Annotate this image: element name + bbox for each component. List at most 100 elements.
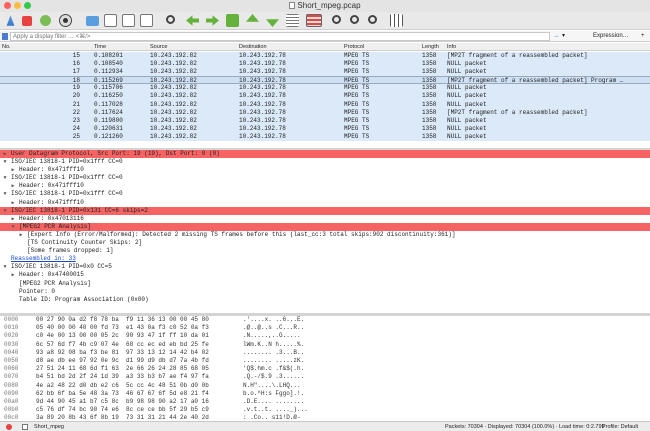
save-file-icon[interactable] [104,14,117,27]
display-filter-input[interactable] [10,32,550,41]
detail-row[interactable]: ▼ ISO/IEC 13818-1 PID=0x1fff CC=0 [0,174,650,182]
expand-arrow-icon[interactable]: ▶ [10,199,16,207]
expand-arrow-icon[interactable]: ▶ [10,215,16,223]
detail-row[interactable]: Table ID: Program Association (0x00) [0,296,650,304]
autoscroll-icon[interactable] [286,14,299,27]
detail-row[interactable]: ▶ Header: 0x471fff10 [0,182,650,190]
detail-row[interactable]: ▼ ISO/IEC 13818-1 PID=0x1fff CC=0 [0,190,650,198]
detail-row[interactable]: ▼ ISO/IEC 13818-1 PID=0x1fff CC=0 [0,158,650,166]
capture-options-icon[interactable] [59,14,72,27]
detail-row[interactable]: ▶ Header: 0x471fff10 [0,199,650,207]
detail-row[interactable]: ▶ Header: 0x47013116 [0,215,650,223]
close-file-icon[interactable] [122,14,135,27]
stop-capture-icon[interactable] [22,16,32,26]
detail-text: [MPEG2 PCR Analysis] [19,222,92,230]
bookmark-icon[interactable] [2,33,8,40]
detail-row[interactable]: ▼ ISO/IEC 13818-1 PID=0x0 CC=5 [0,263,650,271]
reassembled-link[interactable]: Reassembled in: 33 [11,255,76,263]
zoom-in-icon[interactable] [332,15,341,24]
col-protocol[interactable]: Protocol [344,43,364,51]
go-back-icon[interactable] [186,15,199,26]
collapse-arrow-icon[interactable]: ▼ [2,158,8,166]
detail-row[interactable]: ▶ [Expert Info (Error/Malformed): Detecte… [0,231,650,239]
detail-row[interactable]: [MPEG2 PCR Analysis] [0,280,650,288]
collapse-arrow-icon[interactable]: ▼ [2,207,8,215]
packet-no: 19 [72,84,80,92]
expand-arrow-icon[interactable]: ▶ [10,271,16,279]
expand-arrow-icon[interactable]: ▶ [10,166,16,174]
collapse-arrow-icon[interactable]: ▼ [10,223,16,231]
detail-row[interactable]: ▶ User Datagram Protocol, Src Port: 19 (1… [0,150,650,159]
go-forward-icon[interactable] [206,15,219,26]
start-capture-icon[interactable] [6,15,15,26]
packet-row[interactable]: 22 0.117624 10.243.192.82 10.243.192.78 MPEG… [0,108,650,117]
bytes-row[interactable]: 00c0 3a 89 20 8b 43 6f 8b 19 73 31 31 21 … [0,414,650,419]
packet-row[interactable]: 20 0.116250 10.243.192.82 10.243.192.78 MPEG… [0,92,650,101]
bytes-row[interactable]: 0020 c0 4e 00 13 00 00 05 2c 90 93 47 1f … [0,332,650,340]
packet-row[interactable]: 18 0.115269 10.243.192.82 10.243.192.78 MPEG… [0,76,650,85]
capture-file-icon[interactable] [22,424,28,430]
col-no[interactable]: No. [2,43,11,51]
packet-row[interactable]: 24 0.120631 10.243.192.82 10.243.192.78 MPEG… [0,124,650,133]
detail-row[interactable]: ▼ [MPEG2 PCR Analysis] [0,222,650,231]
detail-row[interactable]: Reassembled in: 33 [0,255,650,263]
expand-arrow-icon[interactable]: ▶ [18,231,24,239]
colorize-icon[interactable] [306,14,322,27]
minimize-window-button[interactable] [14,2,21,9]
detail-row[interactable]: Pointer: 0 [0,288,650,296]
col-destination[interactable]: Destination [239,43,267,51]
filter-dropdown-icon[interactable]: ▾ [562,32,565,41]
detail-row[interactable]: [TS Continuity Counter Skips: 2] [0,239,650,247]
zoom-window-button[interactable] [24,2,31,9]
packet-row[interactable]: 19 0.115706 10.243.192.82 10.243.192.78 MPEG… [0,84,650,93]
collapse-arrow-icon[interactable]: ▼ [2,174,8,182]
bytes-row[interactable]: 0090 62 bb 6f ba 5e 48 3a 73 46 67 67 6f … [0,390,650,398]
bytes-row[interactable]: 0030 6c 57 6d f7 4b c9 07 4e 68 cc ec ed … [0,341,650,349]
zoom-out-icon[interactable] [350,15,359,24]
detail-row[interactable]: ▶ Header: 0x47400015 [0,271,650,279]
col-time[interactable]: Time [94,43,106,51]
packet-row[interactable]: 15 0.108201 10.243.192.82 10.243.192.78 MPEG… [0,52,650,61]
apply-filter-arrow-icon[interactable]: → [553,32,559,41]
reload-file-icon[interactable] [140,14,153,27]
normal-size-icon[interactable] [368,15,377,24]
col-source[interactable]: Source [150,43,167,51]
packet-destination: 10.243.192.78 [239,108,286,116]
packet-row[interactable]: 17 0.112934 10.243.192.82 10.243.192.78 MPEG… [0,68,650,77]
add-filter-button[interactable]: + [641,32,645,41]
bytes-row[interactable]: 0080 4e a2 48 22 d0 db e2 c6 5c cc 4c 48 … [0,382,650,390]
packet-row[interactable]: 21 0.117028 10.243.192.82 10.243.192.78 MPEG… [0,100,650,109]
packet-row[interactable]: 23 0.119800 10.243.192.82 10.243.192.78 MPEG… [0,116,650,125]
last-packet-icon[interactable] [266,19,279,27]
expression-button[interactable]: Expression… [593,32,629,41]
packet-row[interactable]: 25 0.121260 10.243.192.82 10.243.192.78 MPEG… [0,132,650,142]
close-window-button[interactable] [4,2,11,9]
status-profile[interactable]: Profile: Default [602,422,638,431]
bytes-row[interactable]: 0000 00 27 90 0a d2 f8 78 ba f9 11 36 13 … [0,316,650,324]
expert-info-icon[interactable] [6,424,12,430]
bytes-row[interactable]: 0040 93 a8 92 08 ba f3 be 81 97 33 13 12 … [0,349,650,357]
expand-arrow-icon[interactable]: ▶ [2,150,8,158]
bytes-row[interactable]: 00a0 9d 44 90 45 a1 b7 c5 8c b9 98 98 90 … [0,398,650,406]
restart-capture-icon[interactable] [40,15,51,26]
first-packet-icon[interactable] [246,14,259,22]
resize-columns-icon[interactable] [390,14,403,27]
detail-row[interactable]: [Some frames dropped: 1] [0,247,650,255]
col-length[interactable]: Length [422,43,439,51]
bytes-row[interactable]: 0010 05 40 00 00 40 00 fd 73 e1 43 0a f3 … [0,324,650,332]
packet-row[interactable]: 16 0.108540 10.243.192.82 10.243.192.78 MPEG… [0,60,650,69]
bytes-row[interactable]: 00b0 c5 76 df 74 bc 90 74 e6 8c ce ce bb … [0,406,650,414]
open-file-icon[interactable] [86,16,99,26]
bytes-row[interactable]: 0050 d8 ae db ee 97 92 0e 9c d1 99 d9 db … [0,357,650,365]
detail-row[interactable]: ▼ ISO/IEC 13818-1 PID=0x131 CC=6 skips=2 [0,206,650,215]
bytes-row[interactable]: 0060 27 51 24 11 68 6d f1 63 2e 66 26 24 … [0,365,650,373]
col-info[interactable]: Info [447,43,456,51]
expand-arrow-icon[interactable]: ▶ [10,182,16,190]
bytes-row[interactable]: 0070 b4 51 bd 2d 2f 24 1d 39 a3 33 b3 b7 … [0,373,650,381]
collapse-arrow-icon[interactable]: ▼ [2,263,8,271]
status-bar: Short_mpeg Packets: 70304 · Displayed: 7… [0,421,650,431]
detail-row[interactable]: ▶ Header: 0x471fff10 [0,166,650,174]
collapse-arrow-icon[interactable]: ▼ [2,190,8,198]
go-to-packet-icon[interactable] [226,14,239,27]
find-packet-icon[interactable] [166,15,175,24]
